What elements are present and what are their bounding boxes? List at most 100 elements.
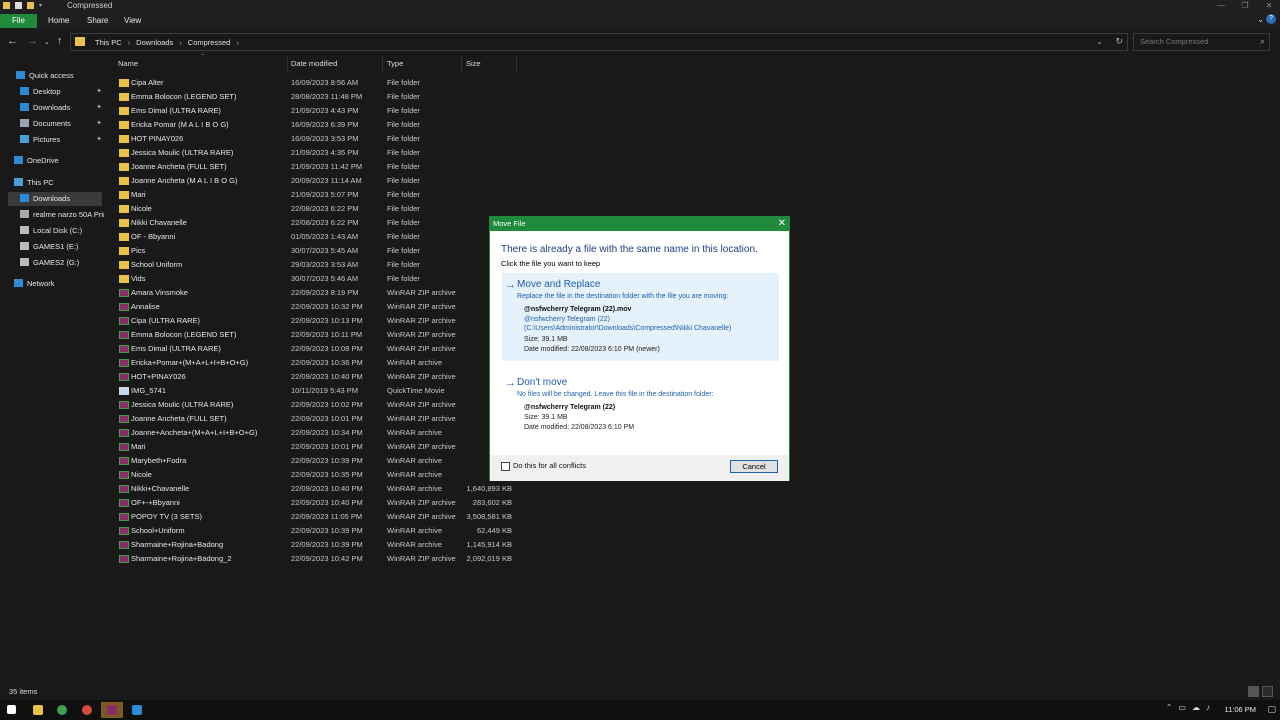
- table-row[interactable]: Jessica Moulic (ULTRA RARE) 21/09/2023 4:…: [106, 146, 526, 160]
- large-icons-view-icon[interactable]: [1262, 686, 1273, 697]
- table-row[interactable]: Joanne+Ancheta+(M+A+L+I+B+O+G) 22/09/2023…: [106, 426, 526, 440]
- tab-home[interactable]: Home: [40, 14, 77, 28]
- sidebar-item-desktop[interactable]: Desktop ✦: [0, 85, 104, 99]
- table-row[interactable]: Annalise 22/09/2023 10:32 PM WinRAR ZIP ar…: [106, 300, 526, 314]
- maximize-button[interactable]: ❐: [1234, 0, 1256, 12]
- sidebar-item-quick-access[interactable]: Quick access: [0, 69, 104, 83]
- table-row[interactable]: Nikki Chavanelle 22/08/2023 6:22 PM File f…: [106, 216, 526, 230]
- dont-move-option[interactable]: → Don't move No files will be changed. L…: [502, 371, 779, 433]
- winrar-taskbar-icon[interactable]: [101, 702, 123, 718]
- sidebar-item-this-pc[interactable]: This PC: [0, 176, 104, 190]
- breadcrumb-downloads[interactable]: Downloads: [136, 38, 173, 47]
- table-row[interactable]: Jessica Moulic (ULTRA RARE) 22/09/2023 10…: [106, 398, 526, 412]
- table-row[interactable]: Pics 30/07/2023 5:45 AM File folder: [106, 244, 526, 258]
- column-size[interactable]: Size: [462, 57, 517, 71]
- tab-view[interactable]: View: [116, 14, 149, 28]
- clock[interactable]: 11:06 PM: [1224, 705, 1256, 714]
- all-conflicts-checkbox[interactable]: [501, 462, 510, 471]
- all-conflicts-label[interactable]: Do this for all conflicts: [513, 461, 586, 470]
- sidebar-item-downloads[interactable]: Downloads ✦: [0, 101, 104, 115]
- properties-icon[interactable]: [15, 2, 22, 9]
- sidebar-item-games2-g[interactable]: GAMES2 (G:): [0, 256, 104, 270]
- table-row[interactable]: HOT PINAY026 16/09/2023 3:53 PM File folde…: [106, 132, 526, 146]
- search-input[interactable]: [1140, 37, 1250, 46]
- sidebar-item-onedrive[interactable]: OneDrive: [0, 154, 104, 168]
- details-view-icon[interactable]: [1248, 686, 1259, 697]
- table-row[interactable]: School Uniform 29/03/2023 3:53 AM File fol…: [106, 258, 526, 272]
- sidebar-item-network[interactable]: Network: [0, 277, 104, 291]
- up-arrow-icon[interactable]: ↑: [57, 35, 63, 47]
- table-row[interactable]: OF - Bbyanni 01/05/2023 1:43 AM File folde…: [106, 230, 526, 244]
- table-row[interactable]: POPOY TV (3 SETS) 22/09/2023 11:05 PM WinR…: [106, 510, 526, 524]
- table-row[interactable]: Cipa Alter 16/09/2023 8:56 AM File folder: [106, 76, 526, 90]
- sidebar-item-documents[interactable]: Documents ✦: [0, 117, 104, 131]
- sidebar-item-realme-narzo-50a-prime[interactable]: realme narzo 50A Prime: [0, 208, 104, 222]
- cancel-button[interactable]: Cancel: [730, 460, 778, 473]
- close-icon[interactable]: ✕: [778, 217, 786, 231]
- tab-share[interactable]: Share: [79, 14, 116, 28]
- recent-locations-icon[interactable]: ⌄: [44, 38, 50, 46]
- chevron-down-icon[interactable]: ▾: [39, 2, 42, 9]
- table-row[interactable]: Sharmaine+Rojina+Badong_2 22/09/2023 10:4…: [106, 552, 526, 566]
- cloud-icon[interactable]: ☁: [1192, 703, 1200, 712]
- minimize-button[interactable]: —: [1210, 0, 1232, 12]
- start-button[interactable]: [0, 702, 22, 718]
- chevron-down-icon[interactable]: ⌄: [1096, 37, 1103, 46]
- table-row[interactable]: Emma Bolocon (LEGEND SET) 22/09/2023 10:1…: [106, 328, 526, 342]
- chevron-right-icon[interactable]: ›: [179, 38, 182, 47]
- table-row[interactable]: Marybeth+Fodra 22/09/2023 10:39 PM WinRAR …: [106, 454, 526, 468]
- app-taskbar-icon[interactable]: [126, 702, 148, 718]
- table-row[interactable]: HOT+PINAY026 22/09/2023 10:40 PM WinRAR ZI…: [106, 370, 526, 384]
- close-button[interactable]: ✕: [1258, 0, 1280, 12]
- table-row[interactable]: Nikki+Chavanelle 22/09/2023 10:40 PM WinRA…: [106, 482, 526, 496]
- address-bar[interactable]: This PC › Downloads › Compressed › ⌄ ↻: [70, 33, 1128, 51]
- network-icon[interactable]: ▭: [1178, 703, 1186, 712]
- table-row[interactable]: Nicole 22/08/2023 6:22 PM File folder: [106, 202, 526, 216]
- sidebar-item-local-disk-c[interactable]: Local Disk (C:): [0, 224, 104, 238]
- table-row[interactable]: Emma Bolocon (LEGEND SET) 28/08/2023 11:4…: [106, 90, 526, 104]
- refresh-icon[interactable]: ↻: [1115, 36, 1123, 47]
- table-row[interactable]: Cipa (ULTRA RARE) 22/09/2023 10:13 PM WinR…: [106, 314, 526, 328]
- tab-file[interactable]: File: [0, 14, 37, 28]
- table-row[interactable]: OF+-+Bbyanni 22/09/2023 10:40 PM WinRAR ZI…: [106, 496, 526, 510]
- table-row[interactable]: Ericka+Pomar+(M+A+L+I+B+O+G) 22/09/2023 1…: [106, 356, 526, 370]
- new-folder-icon[interactable]: [27, 2, 34, 9]
- chevron-right-icon[interactable]: ›: [236, 38, 239, 47]
- folder-icon[interactable]: [3, 2, 10, 9]
- forward-arrow-icon[interactable]: →: [27, 35, 38, 47]
- search-box[interactable]: ⌕: [1133, 33, 1270, 51]
- table-row[interactable]: Mari 22/09/2023 10:01 PM WinRAR ZIP archiv…: [106, 440, 526, 454]
- table-row[interactable]: School+Uniform 22/09/2023 10:39 PM WinRAR …: [106, 524, 526, 538]
- back-arrow-icon[interactable]: ←: [7, 35, 18, 47]
- chrome-taskbar-icon[interactable]: [76, 702, 98, 718]
- chevron-up-icon[interactable]: ⌃: [1166, 703, 1173, 712]
- table-row[interactable]: Mari 21/09/2023 5:07 PM File folder: [106, 188, 526, 202]
- sidebar-item-games1-e[interactable]: GAMES1 (E:): [0, 240, 104, 254]
- table-row[interactable]: IMG_5741 10/11/2019 5:43 PM QuickTime Movi…: [106, 384, 526, 398]
- table-row[interactable]: Joanne Ancheta (FULL SET) 21/09/2023 11:4…: [106, 160, 526, 174]
- file-explorer-taskbar-icon[interactable]: [27, 702, 49, 718]
- breadcrumb-this-pc[interactable]: This PC: [95, 38, 122, 47]
- table-row[interactable]: Amara Vinsmoke 22/09/2023 8:19 PM WinRAR Z…: [106, 286, 526, 300]
- app-taskbar-icon[interactable]: [51, 702, 73, 718]
- table-row[interactable]: Joanne Ancheta (FULL SET) 22/09/2023 10:0…: [106, 412, 526, 426]
- table-row[interactable]: Ems Dimal (ULTRA RARE) 21/09/2023 4:43 PM…: [106, 104, 526, 118]
- table-row[interactable]: Joanne Ancheta (M A L I B O G) 20/09/2023…: [106, 174, 526, 188]
- table-row[interactable]: Sharmaine+Rojina+Badong 22/09/2023 10:39 …: [106, 538, 526, 552]
- table-row[interactable]: Ems Dimal (ULTRA RARE) 22/09/2023 10:08 P…: [106, 342, 526, 356]
- move-and-replace-option[interactable]: → Move and Replace Replace the file in t…: [502, 273, 779, 361]
- expand-ribbon-icon[interactable]: ⌄: [1257, 15, 1264, 24]
- table-row[interactable]: Nicole22/09/2023 10:35 PMWinRAR archive3…: [106, 468, 526, 482]
- sidebar-item-downloads[interactable]: Downloads: [8, 192, 102, 206]
- column-date-modified[interactable]: Date modified: [287, 57, 383, 71]
- help-icon[interactable]: ?: [1266, 14, 1276, 24]
- breadcrumb-compressed[interactable]: Compressed: [188, 38, 231, 47]
- table-row[interactable]: Vids 30/07/2023 5:46 AM File folder: [106, 272, 526, 286]
- sidebar-item-pictures[interactable]: Pictures ✦: [0, 133, 104, 147]
- notification-icon[interactable]: ▢: [1267, 704, 1276, 715]
- column-type[interactable]: Type: [383, 57, 462, 71]
- table-row[interactable]: Ericka Pomar (M A L I B O G) 16/09/2023 6…: [106, 118, 526, 132]
- volume-icon[interactable]: ♪: [1206, 703, 1210, 712]
- column-name[interactable]: Name: [114, 57, 288, 71]
- chevron-right-icon[interactable]: ›: [128, 38, 131, 47]
